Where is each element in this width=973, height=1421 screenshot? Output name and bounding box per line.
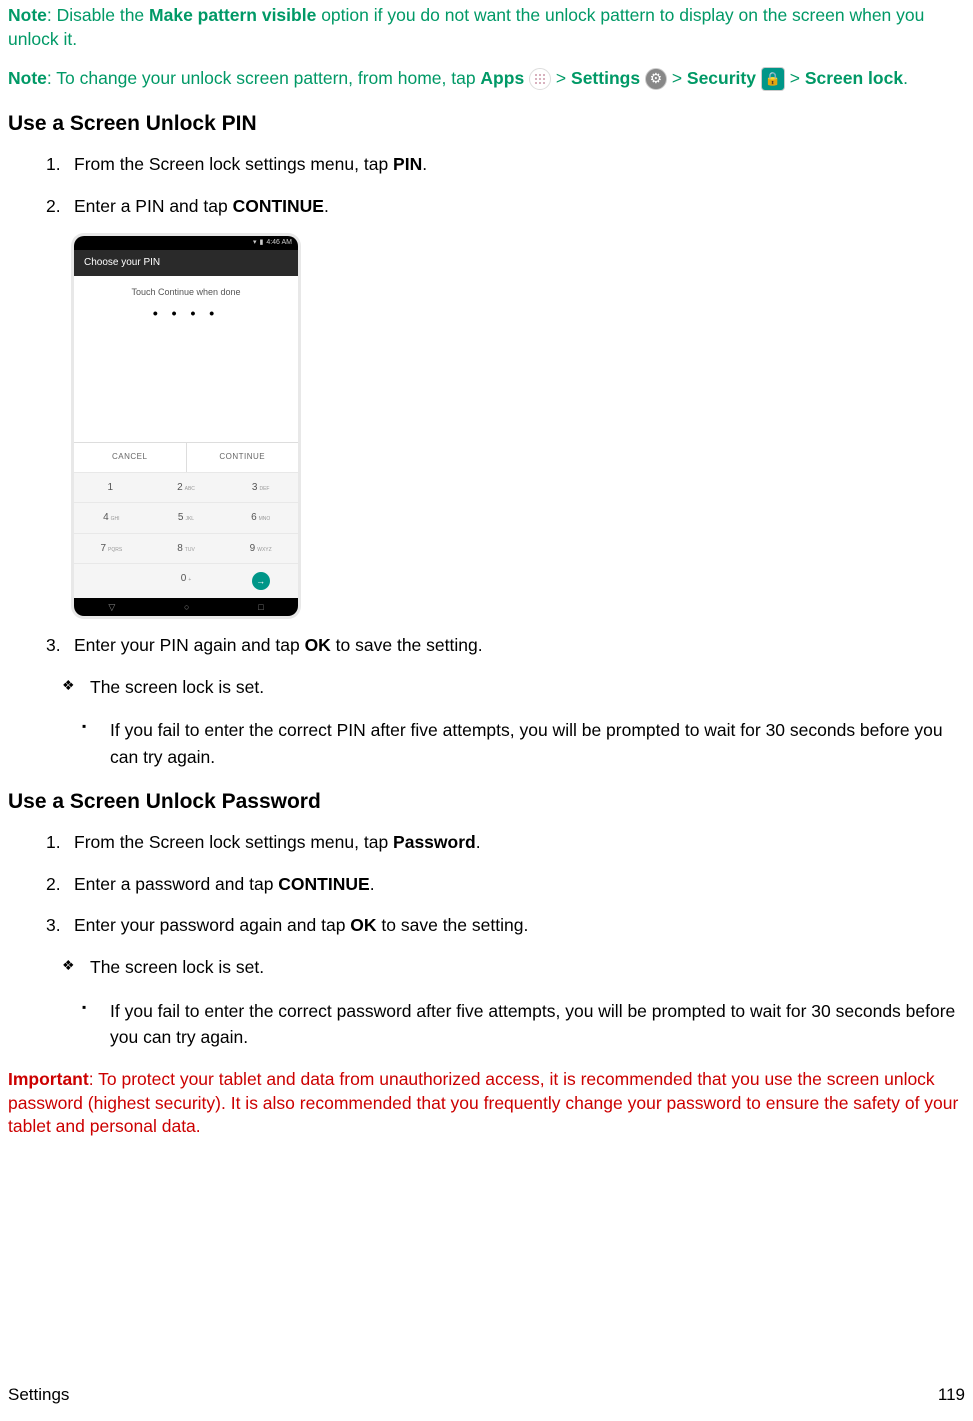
pin-step-1: 1. From the Screen lock settings menu, t…	[46, 153, 965, 177]
pin-step-2: 2. Enter a PIN and tap CONTINUE.	[46, 195, 965, 219]
footer-page-number: 119	[938, 1384, 965, 1407]
key-5[interactable]: 5JKL	[149, 502, 224, 533]
pin-fail-note: If you fail to enter the correct PIN aft…	[8, 717, 965, 770]
pw-step-1: 1. From the Screen lock settings menu, t…	[46, 831, 965, 855]
pw-lock-set-text: The screen lock is set.	[62, 956, 965, 980]
lock-set-text: The screen lock is set.	[62, 676, 965, 700]
key-0[interactable]: 0+	[149, 563, 224, 598]
key-4[interactable]: 4GHI	[74, 502, 149, 533]
status-time: 4:46 AM	[266, 238, 292, 247]
phone-title: Choose your PIN	[74, 250, 298, 276]
key-9[interactable]: 9WXYZ	[223, 533, 298, 564]
pin-result: The screen lock is set.	[8, 676, 965, 700]
note-bold: Make pattern visible	[149, 5, 316, 25]
key-next[interactable]: →	[223, 563, 298, 598]
phone-statusbar: ▾ ▮ 4:46 AM	[74, 236, 298, 250]
phone-instruction: Touch Continue when done	[74, 276, 298, 304]
heading-unlock-pin: Use a Screen Unlock PIN	[8, 110, 965, 137]
nav-recent-icon[interactable]: □	[258, 601, 263, 613]
page-footer: Settings 119	[8, 1384, 965, 1407]
pw-step-2: 2. Enter a password and tap CONTINUE.	[46, 873, 965, 897]
pw-fail-text: If you fail to enter the correct passwor…	[82, 998, 965, 1051]
pin-fail-text: If you fail to enter the correct PIN aft…	[82, 717, 965, 770]
key-3[interactable]: 3DEF	[223, 472, 298, 503]
next-arrow-icon: →	[252, 572, 270, 590]
pin-steps-continued: 3. Enter your PIN again and tap OK to sa…	[8, 634, 965, 658]
apps-text: Apps	[480, 68, 524, 88]
note-label: Note	[8, 5, 47, 25]
phone-keypad: 1 2ABC 3DEF 4GHI 5JKL 6MNO 7PQRS 8TUV 9W…	[74, 472, 298, 599]
key-1[interactable]: 1	[74, 472, 149, 503]
key-empty	[74, 563, 149, 598]
footer-section: Settings	[8, 1384, 69, 1407]
key-6[interactable]: 6MNO	[223, 502, 298, 533]
wifi-icon: ▾	[253, 238, 257, 247]
nav-home-icon[interactable]: ○	[184, 601, 189, 613]
phone-screenshot: ▾ ▮ 4:46 AM Choose your PIN Touch Contin…	[74, 236, 298, 616]
nav-back-icon[interactable]: ▽	[108, 601, 115, 613]
pin-input-dots: • • • •	[74, 304, 298, 329]
battery-icon: ▮	[259, 238, 263, 247]
important-label: Important	[8, 1069, 89, 1089]
pw-result: The screen lock is set.	[8, 956, 965, 980]
note-label: Note	[8, 68, 47, 88]
security-lock-icon: 🔒	[761, 67, 785, 91]
cancel-button[interactable]: CANCEL	[74, 443, 187, 472]
note-change-pattern: Note: To change your unlock screen patte…	[8, 67, 965, 91]
pin-steps: 1. From the Screen lock settings menu, t…	[8, 153, 965, 218]
settings-text: Settings	[571, 68, 640, 88]
continue-button[interactable]: CONTINUE	[187, 443, 299, 472]
settings-icon: ⚙	[645, 68, 667, 90]
note-pattern-visible: Note: Disable the Make pattern visible o…	[8, 4, 965, 51]
key-8[interactable]: 8TUV	[149, 533, 224, 564]
screenlock-text: Screen lock	[805, 68, 903, 88]
important-note: Important: To protect your tablet and da…	[8, 1068, 965, 1139]
pw-fail-note: If you fail to enter the correct passwor…	[8, 998, 965, 1051]
pw-steps: 1. From the Screen lock settings menu, t…	[8, 831, 965, 938]
key-2[interactable]: 2ABC	[149, 472, 224, 503]
apps-icon	[529, 68, 551, 90]
heading-unlock-password: Use a Screen Unlock Password	[8, 788, 965, 815]
phone-navbar: ▽ ○ □	[74, 598, 298, 616]
pw-step-3: 3. Enter your password again and tap OK …	[46, 914, 965, 938]
pin-step-3: 3. Enter your PIN again and tap OK to sa…	[46, 634, 965, 658]
key-7[interactable]: 7PQRS	[74, 533, 149, 564]
security-text: Security	[687, 68, 756, 88]
phone-button-row: CANCEL CONTINUE	[74, 442, 298, 472]
